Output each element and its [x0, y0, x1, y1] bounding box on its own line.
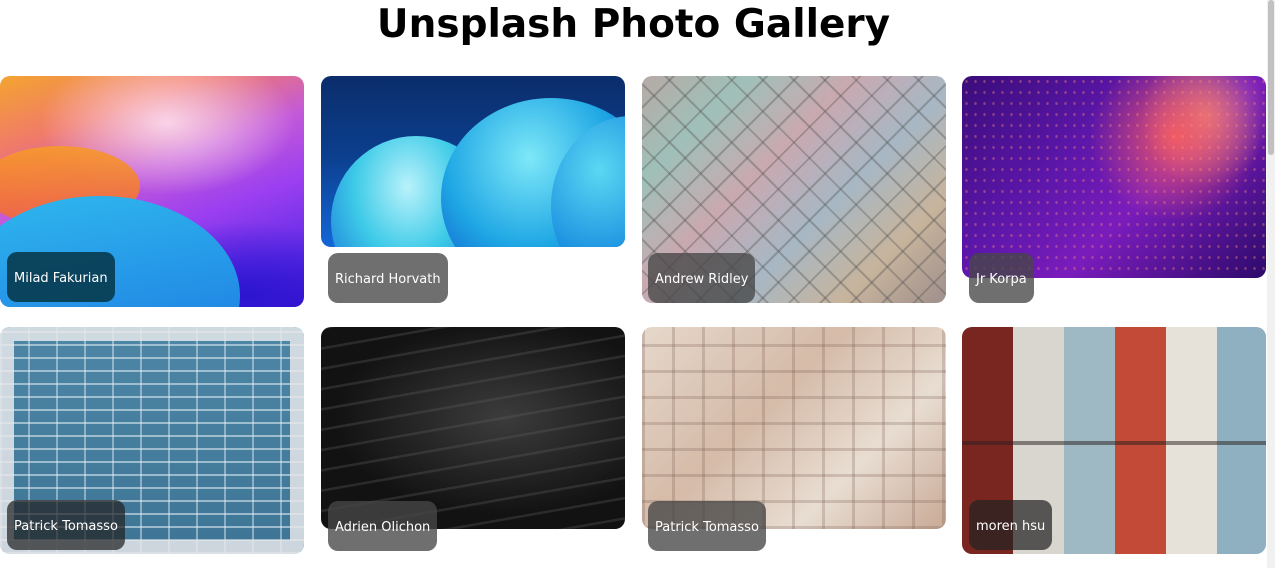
vertical-scrollbar[interactable] — [1267, 0, 1275, 568]
photo-card[interactable] — [321, 76, 625, 247]
photo-author-label: Milad Fakurian — [7, 252, 115, 302]
photo-image — [962, 76, 1266, 278]
photo-author-label: Adrien Olichon — [328, 501, 438, 551]
photo-card[interactable] — [962, 76, 1266, 278]
photo-author-label: Richard Horvath — [328, 253, 448, 303]
photo-author-label: Patrick Tomasso — [648, 501, 766, 551]
photo-author-label: Patrick Tomasso — [7, 500, 125, 550]
photo-card[interactable] — [321, 327, 625, 529]
page-title: Unsplash Photo Gallery — [376, 2, 891, 47]
photo-author-label: moren hsu — [969, 500, 1053, 550]
photo-image-divider — [962, 441, 1266, 445]
photo-author-label: Jr Korpa — [969, 253, 1034, 303]
photo-author-label: Andrew Ridley — [648, 253, 756, 303]
scrollbar-thumb[interactable] — [1268, 0, 1274, 155]
photo-card[interactable] — [642, 327, 946, 529]
